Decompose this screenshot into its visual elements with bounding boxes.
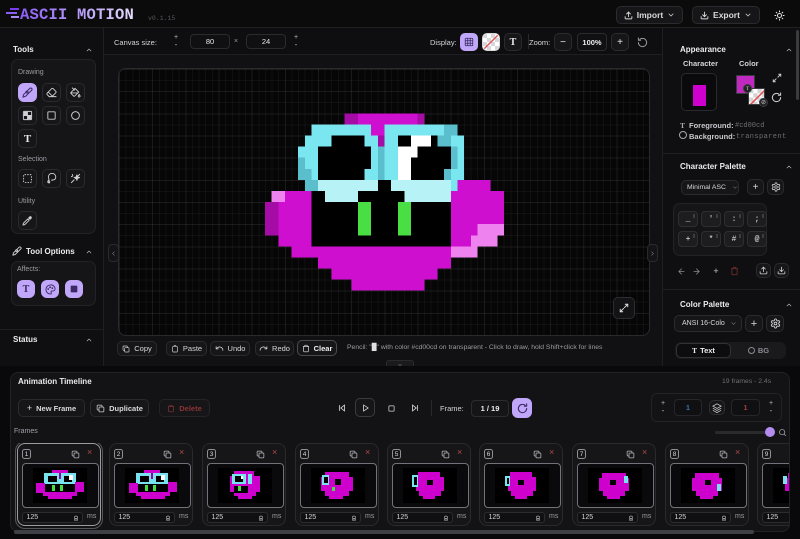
svg-text:ASCII MOTION: ASCII MOTION [20,6,134,23]
